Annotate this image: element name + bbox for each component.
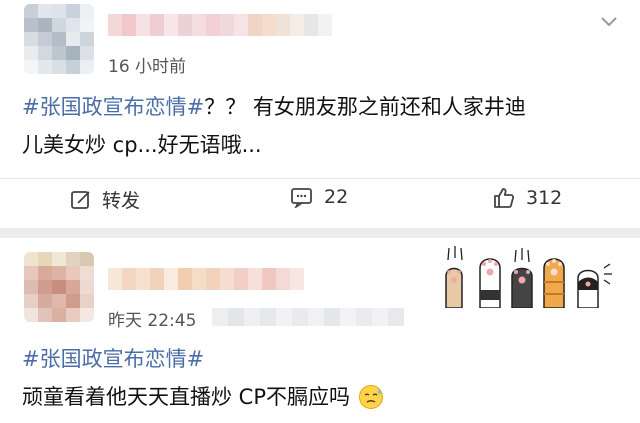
repost-icon: [71, 190, 90, 209]
cat-paw-5: [577, 263, 612, 308]
username-blurred[interactable]: [108, 268, 304, 290]
repost-label: 转发: [102, 190, 141, 212]
cat-paw-4: [543, 258, 565, 308]
cat-paw-2: [479, 258, 501, 308]
avatar[interactable]: [24, 4, 94, 74]
comment-text: #张国政宣布恋情# 顽童看着他天天直播炒 CP不膈应吗: [22, 340, 384, 416]
comment-icon: [291, 188, 312, 208]
weibo-comment-1: 16 小时前 #张国政宣布恋情#？？ 有女朋友那之前还和人家井迪 儿美女炒 cp…: [0, 0, 640, 232]
like-icon: [494, 188, 515, 208]
sweat-emoji-icon: [359, 385, 384, 409]
cat-paw-1: [445, 246, 463, 308]
cat-paw-3: [511, 248, 533, 308]
like-button[interactable]: 312: [492, 186, 562, 210]
cat-paws-sticker: [445, 246, 612, 308]
divider: [0, 178, 640, 179]
like-count: 312: [526, 187, 563, 209]
avatar[interactable]: [24, 252, 94, 322]
section-separator: [0, 228, 640, 238]
source-blurred: [212, 308, 404, 326]
chevron-down-icon[interactable]: [600, 16, 618, 28]
repost-button[interactable]: 转发: [70, 186, 140, 213]
comment-text: #张国政宣布恋情#？？ 有女朋友那之前还和人家井迪 儿美女炒 cp...好无语哦…: [22, 95, 526, 157]
username-blurred[interactable]: [108, 14, 332, 36]
topic-link[interactable]: #张国政宣布恋情#: [22, 347, 204, 371]
topic-link[interactable]: #张国政宣布恋情#: [22, 95, 204, 119]
post-time: 昨天 22:45: [108, 311, 197, 331]
comment-count: 22: [324, 186, 349, 208]
comment-button[interactable]: 22: [290, 186, 348, 208]
weibo-comment-2: 昨天 22:45 #张国政宣布恋情# 顽童看着他天天直播炒 CP不膈应吗: [0, 238, 640, 423]
post-time: 16 小时前: [108, 57, 187, 77]
